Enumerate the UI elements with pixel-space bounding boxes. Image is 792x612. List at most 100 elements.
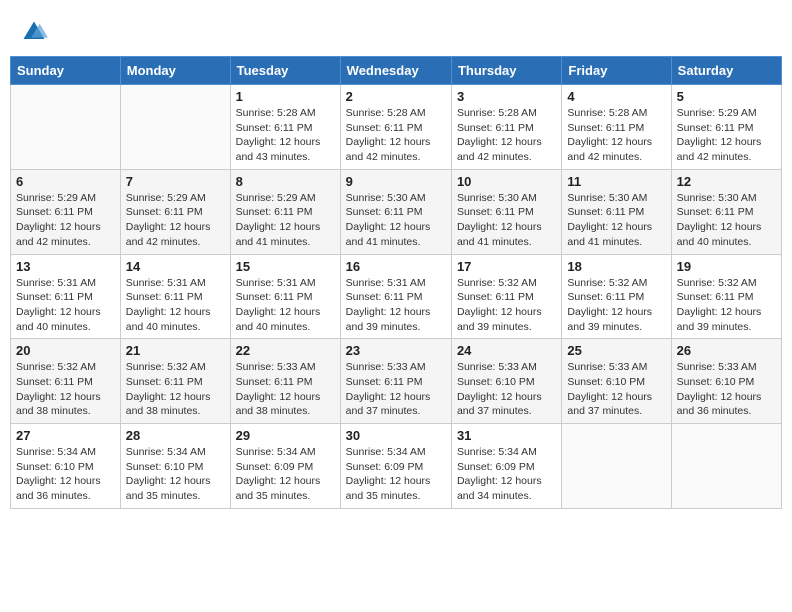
calendar-cell: 8 Sunrise: 5:29 AMSunset: 6:11 PMDaylight… bbox=[230, 169, 340, 254]
day-info: Sunrise: 5:28 AMSunset: 6:11 PMDaylight:… bbox=[567, 106, 665, 165]
day-info: Sunrise: 5:29 AMSunset: 6:11 PMDaylight:… bbox=[126, 191, 225, 250]
day-number: 8 bbox=[236, 174, 335, 189]
calendar-cell bbox=[120, 85, 230, 170]
day-info: Sunrise: 5:28 AMSunset: 6:11 PMDaylight:… bbox=[346, 106, 446, 165]
day-number: 30 bbox=[346, 428, 446, 443]
weekday-header-friday: Friday bbox=[562, 57, 671, 85]
day-number: 31 bbox=[457, 428, 556, 443]
day-number: 28 bbox=[126, 428, 225, 443]
day-number: 7 bbox=[126, 174, 225, 189]
day-info: Sunrise: 5:31 AMSunset: 6:11 PMDaylight:… bbox=[236, 276, 335, 335]
calendar-cell: 6 Sunrise: 5:29 AMSunset: 6:11 PMDaylight… bbox=[11, 169, 121, 254]
day-info: Sunrise: 5:31 AMSunset: 6:11 PMDaylight:… bbox=[346, 276, 446, 335]
calendar-cell: 19 Sunrise: 5:32 AMSunset: 6:11 PMDayligh… bbox=[671, 254, 781, 339]
weekday-header-tuesday: Tuesday bbox=[230, 57, 340, 85]
day-info: Sunrise: 5:34 AMSunset: 6:09 PMDaylight:… bbox=[346, 445, 446, 504]
logo bbox=[20, 18, 52, 46]
day-number: 22 bbox=[236, 343, 335, 358]
calendar-cell: 24 Sunrise: 5:33 AMSunset: 6:10 PMDayligh… bbox=[451, 339, 561, 424]
day-info: Sunrise: 5:30 AMSunset: 6:11 PMDaylight:… bbox=[677, 191, 776, 250]
calendar-cell: 7 Sunrise: 5:29 AMSunset: 6:11 PMDaylight… bbox=[120, 169, 230, 254]
day-info: Sunrise: 5:28 AMSunset: 6:11 PMDaylight:… bbox=[236, 106, 335, 165]
day-info: Sunrise: 5:33 AMSunset: 6:11 PMDaylight:… bbox=[346, 360, 446, 419]
calendar-cell bbox=[671, 424, 781, 509]
calendar-cell: 29 Sunrise: 5:34 AMSunset: 6:09 PMDayligh… bbox=[230, 424, 340, 509]
calendar-week-row: 20Sunrise: 5:32 AMSunset: 6:11 PMDayligh… bbox=[11, 339, 782, 424]
day-number: 13 bbox=[16, 259, 115, 274]
day-number: 27 bbox=[16, 428, 115, 443]
calendar-cell: 14 Sunrise: 5:31 AMSunset: 6:11 PMDayligh… bbox=[120, 254, 230, 339]
day-number: 25 bbox=[567, 343, 665, 358]
calendar-cell: 9Sunrise: 5:30 AMSunset: 6:11 PMDaylight… bbox=[340, 169, 451, 254]
day-number: 23 bbox=[346, 343, 446, 358]
day-info: Sunrise: 5:29 AMSunset: 6:11 PMDaylight:… bbox=[677, 106, 776, 165]
calendar-cell: 12 Sunrise: 5:30 AMSunset: 6:11 PMDayligh… bbox=[671, 169, 781, 254]
calendar-cell: 13 Sunrise: 5:31 AMSunset: 6:11 PMDayligh… bbox=[11, 254, 121, 339]
day-number: 21 bbox=[126, 343, 225, 358]
day-number: 16 bbox=[346, 259, 446, 274]
weekday-header-wednesday: Wednesday bbox=[340, 57, 451, 85]
day-info: Sunrise: 5:29 AMSunset: 6:11 PMDaylight:… bbox=[16, 191, 115, 250]
day-info: Sunrise: 5:30 AMSunset: 6:11 PMDaylight:… bbox=[457, 191, 556, 250]
day-info: Sunrise: 5:33 AMSunset: 6:10 PMDaylight:… bbox=[457, 360, 556, 419]
day-number: 11 bbox=[567, 174, 665, 189]
day-info: Sunrise: 5:31 AMSunset: 6:11 PMDaylight:… bbox=[126, 276, 225, 335]
day-info: Sunrise: 5:33 AMSunset: 6:10 PMDaylight:… bbox=[567, 360, 665, 419]
calendar-cell: 23 Sunrise: 5:33 AMSunset: 6:11 PMDayligh… bbox=[340, 339, 451, 424]
day-info: Sunrise: 5:33 AMSunset: 6:11 PMDaylight:… bbox=[236, 360, 335, 419]
calendar-cell: 16 Sunrise: 5:31 AMSunset: 6:11 PMDayligh… bbox=[340, 254, 451, 339]
day-number: 14 bbox=[126, 259, 225, 274]
day-number: 24 bbox=[457, 343, 556, 358]
weekday-header-saturday: Saturday bbox=[671, 57, 781, 85]
calendar-cell: 31 Sunrise: 5:34 AMSunset: 6:09 PMDayligh… bbox=[451, 424, 561, 509]
weekday-header-thursday: Thursday bbox=[451, 57, 561, 85]
calendar-week-row: 27 Sunrise: 5:34 AMSunset: 6:10 PMDayligh… bbox=[11, 424, 782, 509]
day-number: 19 bbox=[677, 259, 776, 274]
day-info: Sunrise: 5:34 AMSunset: 6:09 PMDaylight:… bbox=[236, 445, 335, 504]
day-info: Sunrise: 5:34 AMSunset: 6:09 PMDaylight:… bbox=[457, 445, 556, 504]
calendar-cell: 2 Sunrise: 5:28 AMSunset: 6:11 PMDaylight… bbox=[340, 85, 451, 170]
day-info: Sunrise: 5:28 AMSunset: 6:11 PMDaylight:… bbox=[457, 106, 556, 165]
calendar-cell: 26Sunrise: 5:33 AMSunset: 6:10 PMDayligh… bbox=[671, 339, 781, 424]
day-number: 3 bbox=[457, 89, 556, 104]
day-number: 17 bbox=[457, 259, 556, 274]
day-info: Sunrise: 5:32 AMSunset: 6:11 PMDaylight:… bbox=[457, 276, 556, 335]
calendar-cell bbox=[562, 424, 671, 509]
day-info: Sunrise: 5:30 AMSunset: 6:11 PMDaylight:… bbox=[567, 191, 665, 250]
calendar-cell: 10 Sunrise: 5:30 AMSunset: 6:11 PMDayligh… bbox=[451, 169, 561, 254]
day-info: Sunrise: 5:31 AMSunset: 6:11 PMDaylight:… bbox=[16, 276, 115, 335]
day-number: 5 bbox=[677, 89, 776, 104]
calendar-week-row: 6 Sunrise: 5:29 AMSunset: 6:11 PMDaylight… bbox=[11, 169, 782, 254]
calendar-cell: 21 Sunrise: 5:32 AMSunset: 6:11 PMDayligh… bbox=[120, 339, 230, 424]
calendar-cell: 17 Sunrise: 5:32 AMSunset: 6:11 PMDayligh… bbox=[451, 254, 561, 339]
calendar-cell: 27 Sunrise: 5:34 AMSunset: 6:10 PMDayligh… bbox=[11, 424, 121, 509]
day-info: Sunrise: 5:32 AMSunset: 6:11 PMDaylight:… bbox=[16, 360, 115, 419]
day-number: 10 bbox=[457, 174, 556, 189]
day-info: Sunrise: 5:29 AMSunset: 6:11 PMDaylight:… bbox=[236, 191, 335, 250]
calendar-cell: 28 Sunrise: 5:34 AMSunset: 6:10 PMDayligh… bbox=[120, 424, 230, 509]
day-number: 29 bbox=[236, 428, 335, 443]
day-info: Sunrise: 5:34 AMSunset: 6:10 PMDaylight:… bbox=[16, 445, 115, 504]
day-info: Sunrise: 5:34 AMSunset: 6:10 PMDaylight:… bbox=[126, 445, 225, 504]
calendar-cell: 11 Sunrise: 5:30 AMSunset: 6:11 PMDayligh… bbox=[562, 169, 671, 254]
day-number: 26 bbox=[677, 343, 776, 358]
day-number: 12 bbox=[677, 174, 776, 189]
weekday-header-monday: Monday bbox=[120, 57, 230, 85]
day-number: 6 bbox=[16, 174, 115, 189]
day-number: 4 bbox=[567, 89, 665, 104]
weekday-header-sunday: Sunday bbox=[11, 57, 121, 85]
calendar-cell: 30 Sunrise: 5:34 AMSunset: 6:09 PMDayligh… bbox=[340, 424, 451, 509]
calendar-cell bbox=[11, 85, 121, 170]
calendar-table: SundayMondayTuesdayWednesdayThursdayFrid… bbox=[10, 56, 782, 509]
day-info: Sunrise: 5:32 AMSunset: 6:11 PMDaylight:… bbox=[567, 276, 665, 335]
calendar-cell: 18Sunrise: 5:32 AMSunset: 6:11 PMDayligh… bbox=[562, 254, 671, 339]
day-info: Sunrise: 5:30 AMSunset: 6:11 PMDaylight:… bbox=[346, 191, 446, 250]
day-info: Sunrise: 5:32 AMSunset: 6:11 PMDaylight:… bbox=[677, 276, 776, 335]
page-header bbox=[10, 10, 782, 50]
logo-icon bbox=[20, 18, 48, 46]
day-info: Sunrise: 5:32 AMSunset: 6:11 PMDaylight:… bbox=[126, 360, 225, 419]
calendar-cell: 1Sunrise: 5:28 AMSunset: 6:11 PMDaylight… bbox=[230, 85, 340, 170]
calendar-week-row: 13 Sunrise: 5:31 AMSunset: 6:11 PMDayligh… bbox=[11, 254, 782, 339]
day-number: 2 bbox=[346, 89, 446, 104]
calendar-cell: 5 Sunrise: 5:29 AMSunset: 6:11 PMDaylight… bbox=[671, 85, 781, 170]
